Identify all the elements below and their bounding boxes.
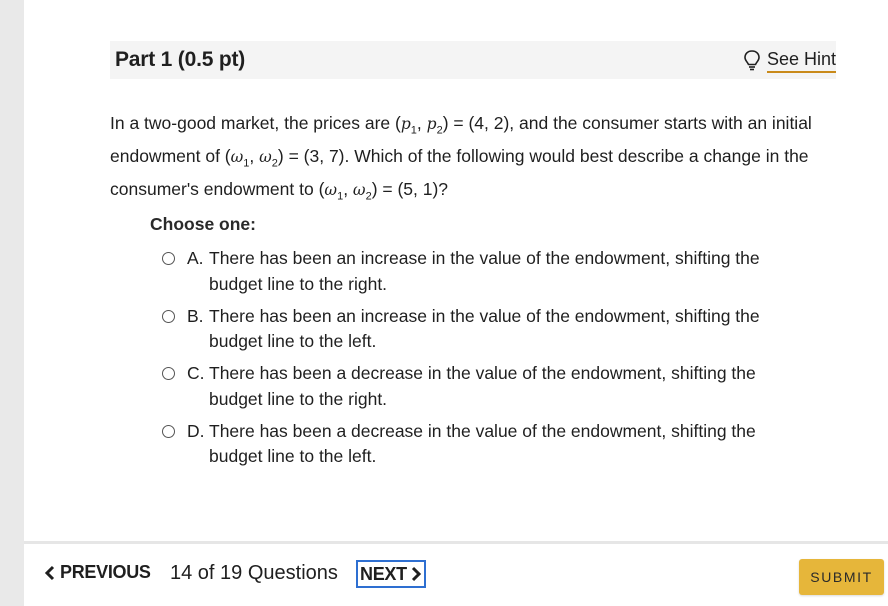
left-rail	[0, 0, 24, 606]
option-text: There has been a decrease in the value o…	[209, 363, 756, 409]
chevron-left-icon	[44, 565, 55, 580]
option-b[interactable]: B. There has been an increase in the val…	[162, 304, 802, 362]
option-text: There has been an increase in the value …	[209, 248, 760, 294]
chevron-right-icon	[411, 566, 421, 582]
answer-options: A. There has been an increase in the val…	[162, 246, 802, 476]
option-a[interactable]: A. There has been an increase in the val…	[162, 246, 802, 304]
option-letter: B.	[187, 305, 204, 326]
option-text: There has been an increase in the value …	[209, 305, 760, 352]
previous-button[interactable]: PREVIOUS	[44, 562, 151, 583]
radio-button[interactable]	[162, 367, 175, 380]
option-c[interactable]: C. There has been a decrease in the valu…	[162, 361, 802, 419]
next-button[interactable]: NEXT	[356, 560, 426, 588]
lightbulb-icon	[744, 50, 760, 71]
option-letter: D.	[187, 420, 205, 441]
question-text: In a two-good market, the prices are (p1…	[110, 113, 812, 203]
part-title: Part 1 (0.5 pt)	[115, 48, 246, 71]
option-d[interactable]: D. There has been a decrease in the valu…	[162, 419, 802, 477]
question-counter: 14 of 19 Questions	[170, 562, 338, 584]
option-letter: C.	[187, 363, 205, 383]
choose-one-label: Choose one:	[150, 214, 256, 234]
option-text: There has been a decrease in the value o…	[209, 420, 756, 467]
part-header: Part 1 (0.5 pt) See Hint	[110, 41, 836, 79]
next-label: NEXT	[360, 563, 407, 584]
see-hint-label: See Hint	[766, 48, 836, 73]
option-letter: A.	[187, 248, 204, 268]
radio-button[interactable]	[162, 424, 175, 438]
previous-label: PREVIOUS	[60, 562, 151, 582]
submit-button[interactable]: SUBMIT	[799, 559, 884, 595]
see-hint-button[interactable]: See Hint	[743, 48, 836, 73]
radio-button[interactable]	[162, 252, 175, 265]
footer-divider	[24, 541, 888, 544]
radio-button[interactable]	[162, 309, 175, 323]
